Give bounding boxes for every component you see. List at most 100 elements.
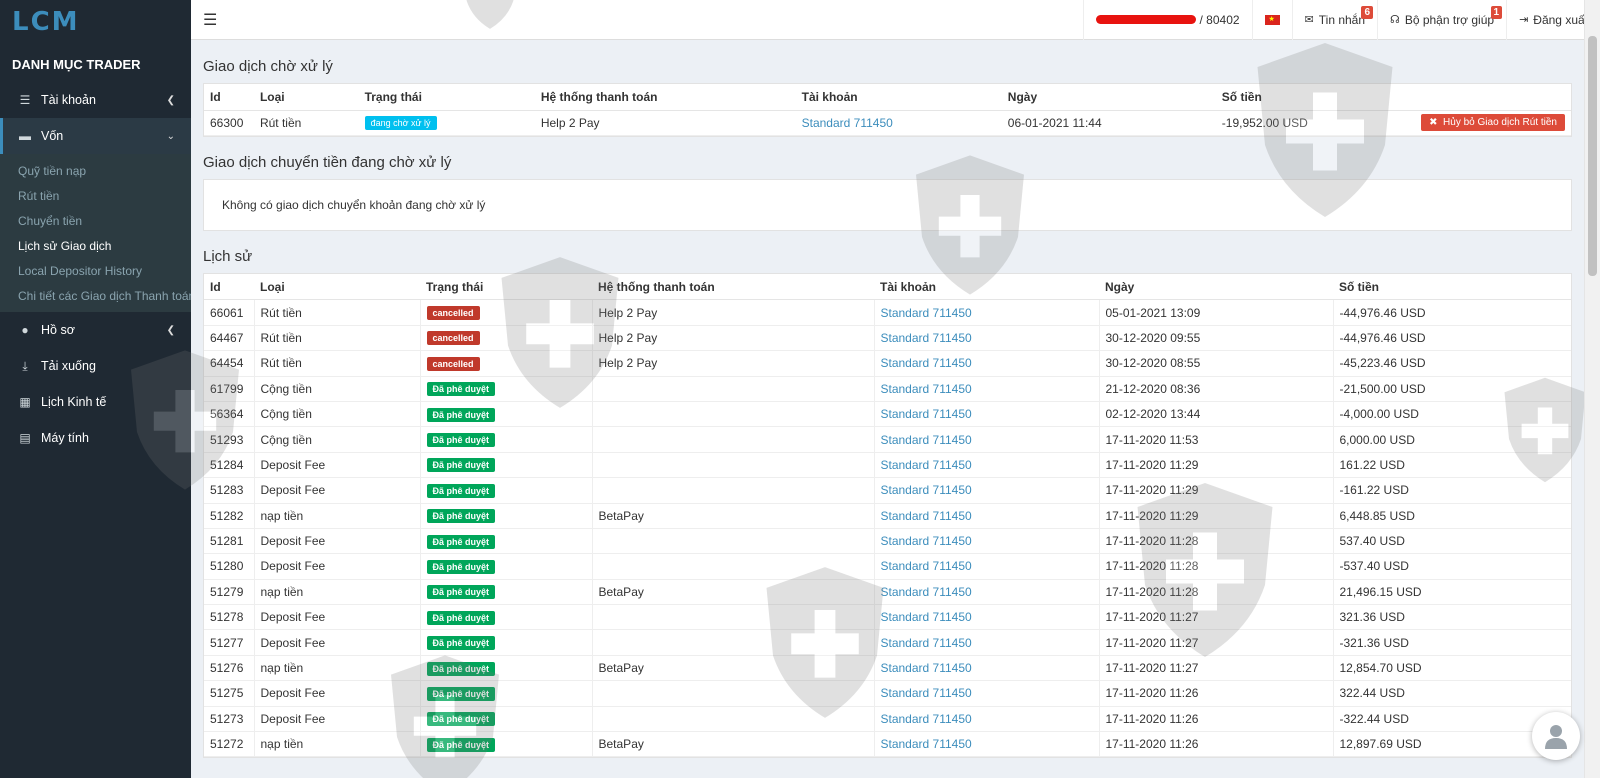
cell-account: Standard 711450 [874, 401, 1100, 428]
cell-date: 17-11-2020 11:29 [1099, 452, 1334, 479]
cell-system [592, 376, 875, 402]
cell-account: Standard 711450 [874, 731, 1100, 758]
sidebar-item-calendar[interactable]: ▦ Lịch Kinh tế [0, 384, 191, 420]
account-link[interactable]: Standard 711450 [881, 483, 972, 497]
sidebar-item-funds[interactable]: ▬ Vốn ⌄ [0, 118, 191, 154]
account-link[interactable]: Standard 711450 [881, 585, 972, 599]
cell-type: nạp tiền [254, 731, 421, 758]
sidebar-sub-deposit[interactable]: Quỹ tiền nạp [0, 158, 191, 183]
account-link[interactable]: Standard 711450 [881, 610, 972, 624]
status-badge: đang chờ xử lý [364, 116, 437, 131]
cell-system [592, 553, 875, 580]
main-content: Giao dịch chờ xử lý Id Loại Trạng thái H… [191, 41, 1584, 778]
table-row: 51284 Deposit Fee Đã phê duyệt Standard 711… [204, 452, 1571, 479]
account-link[interactable]: Standard 711450 [881, 712, 972, 726]
sidebar-sub-depositor-history[interactable]: Local Depositor History [0, 258, 191, 283]
chat-widget-button[interactable] [1532, 712, 1580, 760]
account-link[interactable]: Standard 711450 [802, 116, 893, 130]
cell-id: 51278 [204, 604, 255, 631]
history-table: Id Loại Trạng thái Hệ thống thanh toán T… [204, 273, 1571, 758]
account-link[interactable]: Standard 711450 [881, 661, 972, 675]
cell-system: BetaPay [592, 579, 875, 606]
logo[interactable]: LCM [0, 0, 191, 44]
cell-amount: -44,976.46 USD [1333, 325, 1571, 352]
cell-type: Rút tiền [254, 325, 421, 352]
cell-amount: -44,976.46 USD [1333, 299, 1571, 326]
cell-status: Đã phê duyệt [420, 376, 593, 402]
sidebar-item-account[interactable]: ☰ Tài khoản ❮ [0, 82, 191, 118]
cell-system [592, 706, 875, 733]
sidebar-sub-history[interactable]: Lịch sử Giao dịch [0, 233, 191, 258]
scrollbar-thumb[interactable] [1588, 36, 1597, 276]
account-link[interactable]: Standard 711450 [881, 686, 972, 700]
account-link[interactable]: Standard 711450 [881, 433, 972, 447]
cell-type: nạp tiền [254, 655, 421, 682]
pending-box: Id Loại Trạng thái Hệ thống thanh toán T… [203, 83, 1572, 137]
account-link[interactable]: Standard 711450 [881, 534, 972, 548]
cell-account: Standard 711450 [874, 629, 1100, 656]
cell-status: Đã phê duyệt [420, 528, 593, 555]
cell-id: 51282 [204, 503, 255, 529]
hamburger-menu-icon[interactable]: ☰ [203, 10, 227, 30]
cell-date: 17-11-2020 11:28 [1099, 579, 1334, 606]
account-link[interactable]: Standard 711450 [881, 382, 972, 396]
calculator-icon: ▤ [19, 431, 31, 445]
account-link[interactable]: Standard 711450 [881, 636, 972, 650]
table-row: 51280 Deposit Fee Đã phê duyệt Standard 711… [204, 553, 1571, 580]
cell-date: 17-11-2020 11:27 [1099, 604, 1334, 631]
cell-amount: 322.44 USD [1333, 680, 1571, 707]
page-scrollbar[interactable] [1584, 0, 1600, 778]
cell-id: 51273 [204, 706, 255, 733]
table-row: 51277 Deposit Fee Đã phê duyệt Standard 711… [204, 629, 1571, 656]
logout-label: Đăng xuất [1533, 12, 1588, 27]
account-link[interactable]: Standard 711450 [881, 509, 972, 523]
status-badge: Đã phê duyệt [426, 483, 496, 498]
account-link[interactable]: Standard 711450 [881, 331, 972, 345]
chevron-down-icon: ⌄ [166, 130, 175, 142]
headset-icon: ☊ [1390, 14, 1400, 26]
cell-account: Standard 711450 [874, 350, 1100, 377]
cell-date: 17-11-2020 11:53 [1099, 426, 1334, 453]
support-link[interactable]: ☊ Bộ phận trợ giúp 1 [1377, 0, 1506, 40]
sidebar-sub-payment-details[interactable]: Chi tiết các Giao dịch Thanh toán [0, 283, 191, 308]
cell-system [592, 604, 875, 631]
sidebar-item-downloads[interactable]: ⤓ Tải xuống [0, 348, 191, 384]
transfers-title: Giao dịch chuyển tiền đang chờ xử lý [203, 153, 452, 171]
account-info[interactable]: / 80402 [1082, 0, 1252, 40]
cancel-withdrawal-button[interactable]: ✖ Hủy bỏ Giao dịch Rút tiền [1421, 114, 1565, 132]
sidebar-sub-transfer[interactable]: Chuyển tiền [0, 208, 191, 233]
cell-id: 51275 [204, 680, 255, 707]
sidebar-item-calculator[interactable]: ▤ Máy tính [0, 420, 191, 456]
account-link[interactable]: Standard 711450 [881, 458, 972, 472]
language-selector[interactable] [1251, 0, 1292, 40]
account-link[interactable]: Standard 711450 [881, 559, 972, 573]
cell-system: BetaPay [592, 655, 875, 682]
status-badge: cancelled [426, 356, 480, 371]
cell-status: Đã phê duyệt [420, 731, 593, 758]
account-link[interactable]: Standard 711450 [881, 407, 972, 421]
account-link[interactable]: Standard 711450 [881, 737, 972, 751]
cell-date: 06-01-2021 11:44 [1001, 110, 1216, 136]
cell-status: cancelled [420, 350, 593, 377]
cell-status: Đã phê duyệt [420, 579, 593, 606]
user-icon: ● [21, 323, 29, 337]
user-avatar-icon [1545, 725, 1567, 749]
status-badge: Đã phê duyệt [426, 407, 496, 422]
cell-type: Deposit Fee [254, 553, 421, 580]
sidebar-item-profile[interactable]: ● Hồ sơ ❮ [0, 312, 191, 348]
envelope-icon: ✉ [1304, 14, 1314, 26]
redacted-account-name [1095, 15, 1196, 24]
cell-account: Standard 711450 [874, 604, 1100, 631]
messages-link[interactable]: ✉ Tin nhắn 6 [1291, 0, 1377, 40]
sidebar-sub-withdraw[interactable]: Rút tiền [0, 183, 191, 208]
account-link[interactable]: Standard 711450 [881, 306, 972, 320]
cell-amount: 161.22 USD [1333, 452, 1571, 479]
cell-account: Standard 711450 [874, 706, 1100, 733]
status-badge: Đã phê duyệt [426, 636, 496, 651]
col-header: Hệ thống thanh toán [534, 84, 796, 111]
table-row: 51276 nạp tiền Đã phê duyệt BetaPay Standard… [204, 655, 1571, 682]
cell-status: Đã phê duyệt [420, 680, 593, 707]
cell-amount: -161.22 USD [1333, 477, 1571, 504]
col-header: Trạng thái [358, 84, 535, 111]
account-link[interactable]: Standard 711450 [881, 356, 972, 370]
